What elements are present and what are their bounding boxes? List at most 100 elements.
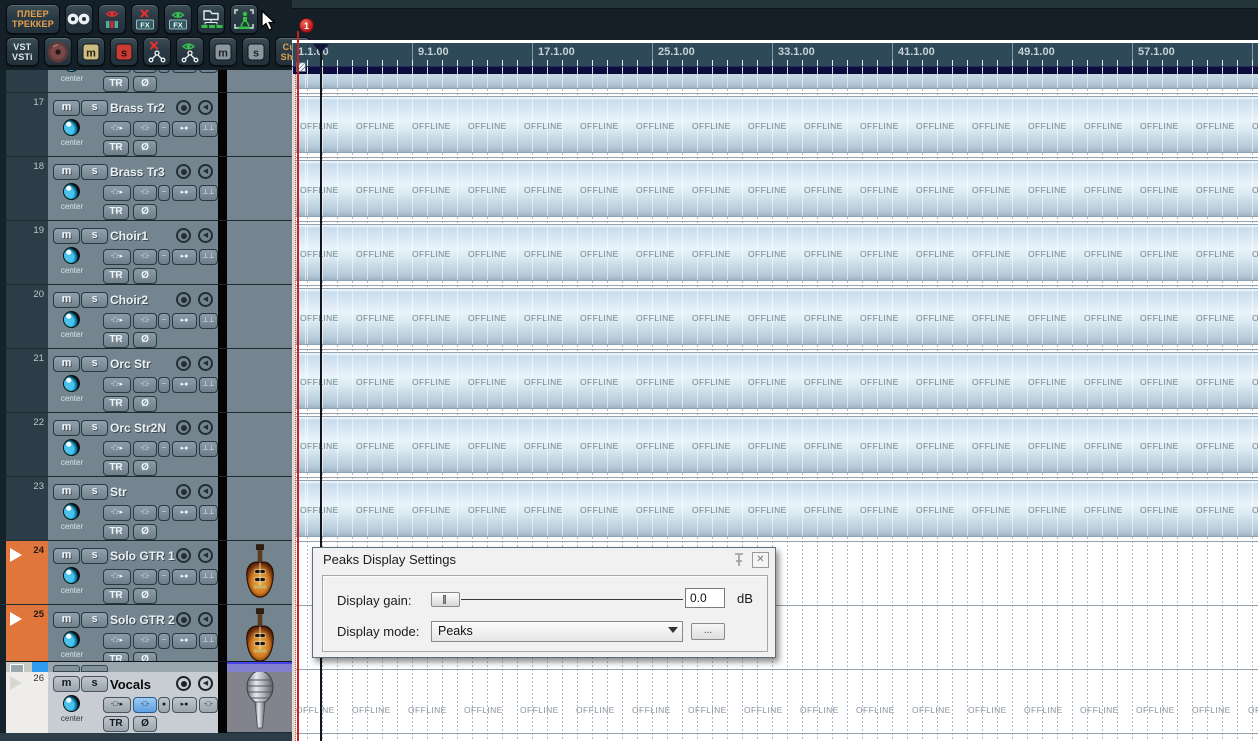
track-option-button-2[interactable]: -□- [133, 377, 157, 393]
pan-knob[interactable] [63, 311, 80, 328]
track-row-19[interactable]: 19 m s Choir1 ◀ center -□-▸ -□- − ▸● ⊥⊥ TR Ø [0, 220, 292, 285]
routing-visibility-button[interactable] [175, 37, 204, 66]
track-option-button-4[interactable]: ▸● [172, 185, 197, 201]
phase-button[interactable]: Ø [133, 332, 157, 348]
solo-button[interactable]: s [81, 164, 108, 180]
record-arm-button[interactable] [176, 164, 191, 179]
track-option-button-5[interactable]: ⊥⊥ [199, 185, 218, 201]
mute-button[interactable]: m [53, 548, 80, 564]
play-cursor-head[interactable] [313, 44, 329, 53]
solo-button[interactable]: s [81, 676, 108, 692]
media-item-offline-partial[interactable] [296, 74, 1258, 89]
track-option-button-4[interactable]: ▸● [172, 377, 197, 393]
track-option-button-2[interactable]: -□- [133, 70, 157, 73]
track-option-button-1[interactable]: -□-▸ [103, 313, 131, 329]
track-row-21[interactable]: 21 m s Orc Str ◀ center -□-▸ -□- − ▸● ⊥⊥ TR Ø [0, 348, 292, 413]
tr-button[interactable]: TR [103, 268, 129, 284]
pin-icon[interactable] [731, 552, 747, 568]
pan-knob[interactable] [63, 439, 80, 456]
pan-knob[interactable] [63, 119, 80, 136]
track-option-button-5[interactable]: ⊥⊥ [199, 70, 218, 73]
vst-vsti-button[interactable]: VST VSTi [6, 37, 39, 66]
pan-knob[interactable] [63, 247, 80, 264]
phase-button[interactable]: Ø [133, 76, 157, 92]
solo-button[interactable]: s [81, 420, 108, 436]
monitor-button[interactable]: ◀ [198, 356, 213, 371]
monitor-button[interactable]: ◀ [198, 612, 213, 627]
tr-button[interactable]: TR [103, 460, 129, 476]
solo-button[interactable]: s [81, 484, 108, 500]
track-option-button-2[interactable]: -□- [133, 441, 157, 457]
record-arm-button[interactable] [176, 228, 191, 243]
media-item-offline[interactable]: OFFLINE OFFLINE OFFLINE OFFLINE OFFLINE OFFLI… [296, 224, 1258, 281]
track-option-button-2[interactable]: -□- [133, 313, 157, 329]
track-option-button-4[interactable]: ▸● [172, 569, 197, 585]
track-option-button-2[interactable]: -□- [133, 569, 157, 585]
media-item-offline[interactable]: OFFLINE OFFLINE OFFLINE OFFLINE OFFLINE OFFLI… [296, 480, 1258, 537]
tr-button[interactable]: TR [103, 204, 129, 220]
track-option-button-3[interactable]: − [158, 633, 170, 649]
close-icon[interactable]: ✕ [752, 552, 769, 568]
track-option-button-1[interactable]: -□-▸ [103, 70, 131, 73]
phase-button[interactable]: Ø [133, 140, 157, 156]
phase-button[interactable]: Ø [133, 204, 157, 220]
mute-button[interactable] [53, 665, 80, 672]
solo-all-button[interactable]: s [109, 37, 138, 66]
track-row-24[interactable]: 24 m s Solo GTR 1 ◀ center -□-▸ -□- − ▸● ⊥⊥ TR Ø [0, 540, 292, 605]
track-row-18[interactable]: 18 m s Brass Tr3 ◀ center -□-▸ -□- − ▸● ⊥⊥ TR Ø [0, 156, 292, 221]
track-option-button-1[interactable]: -□-▸ [103, 697, 131, 713]
track-option-button-5[interactable]: ⊥⊥ [199, 249, 218, 265]
tr-button[interactable]: TR [103, 332, 129, 348]
record-arm-button[interactable] [176, 484, 191, 499]
track-option-button-1[interactable]: -□-▸ [103, 249, 131, 265]
record-arm-button[interactable] [176, 548, 191, 563]
track-option-button-5[interactable]: ⊥⊥ [199, 569, 218, 585]
track-option-button-2[interactable]: -□- [133, 633, 157, 649]
track-row-20[interactable]: 20 m s Choir2 ◀ center -□-▸ -□- − ▸● ⊥⊥ TR Ø [0, 284, 292, 349]
pan-knob[interactable] [63, 70, 80, 72]
solo-button[interactable]: s [81, 548, 108, 564]
tr-button[interactable]: TR [103, 396, 129, 412]
mute-button[interactable]: m [53, 100, 80, 116]
solo-button[interactable] [81, 665, 108, 672]
track-option-button-3[interactable]: − [158, 377, 170, 393]
track-option-button-4[interactable]: ▸● [172, 441, 197, 457]
pan-knob[interactable] [63, 503, 80, 520]
pan-knob[interactable] [63, 375, 80, 392]
folder-tracks-button[interactable] [196, 4, 225, 34]
track-row-16[interactable]: 16ms◀center-□-▸-□-−▸●⊥⊥TRØ [0, 70, 292, 93]
media-item-offline[interactable]: OFFLINE OFFLINE OFFLINE OFFLINE OFFLINE OFFLI… [296, 96, 1258, 153]
media-item-offline[interactable]: OFFLINE OFFLINE OFFLINE OFFLINE OFFLINE OFFLI… [296, 160, 1258, 217]
record-arm-button[interactable] [176, 612, 191, 627]
mute-button[interactable]: m [53, 612, 80, 628]
track-option-button-5[interactable]: ⊥⊥ [199, 505, 218, 521]
more-options-button[interactable]: ... [691, 623, 725, 640]
record-arm-button[interactable] [176, 292, 191, 307]
slider-handle[interactable] [431, 592, 460, 607]
track-option-button-2[interactable]: -□- [133, 505, 157, 521]
track-option-button-3[interactable]: ● [158, 697, 170, 713]
solo-button[interactable]: s [81, 356, 108, 372]
mute-all-button[interactable]: m [76, 37, 105, 66]
screenset-button[interactable] [229, 4, 258, 34]
track-option-button-3[interactable]: − [158, 569, 170, 585]
monitor-button[interactable]: ◀ [198, 676, 213, 691]
solo-button[interactable]: s [81, 292, 108, 308]
mute-button[interactable]: m [53, 292, 80, 308]
phase-button[interactable]: Ø [133, 588, 157, 604]
track-option-button-1[interactable]: -□-▸ [103, 441, 131, 457]
track-option-button-5[interactable]: -□- [199, 697, 218, 713]
track-option-button-3[interactable]: − [158, 70, 170, 73]
player-tracker-button[interactable]: ПЛЕЕР ТРЕККЕР [6, 4, 60, 34]
track-option-button-5[interactable]: ⊥⊥ [199, 377, 218, 393]
solo-button[interactable]: s [81, 612, 108, 628]
phase-button[interactable]: Ø [133, 268, 157, 284]
track-option-button-5[interactable]: ⊥⊥ [199, 633, 218, 649]
tr-button[interactable]: TR [103, 716, 129, 732]
record-arm-button[interactable] [176, 420, 191, 435]
monitor-button[interactable]: ◀ [198, 548, 213, 563]
track-option-button-2[interactable]: -□- [133, 185, 157, 201]
track-option-button-4[interactable]: ▸● [172, 313, 197, 329]
monitor-button[interactable]: ◀ [198, 228, 213, 243]
solo-reset-button[interactable]: s [241, 37, 270, 66]
